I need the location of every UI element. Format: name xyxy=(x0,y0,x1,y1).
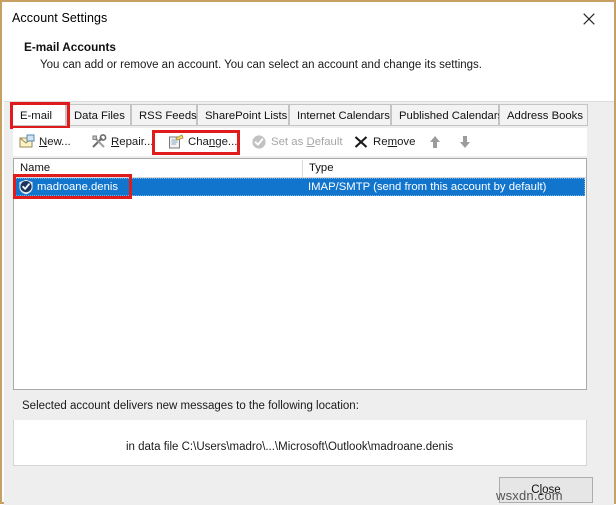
account-shield-check-icon xyxy=(18,179,34,195)
list-column-header: Name Type xyxy=(14,159,586,178)
move-down-button[interactable] xyxy=(457,131,473,153)
repair-button-label: Repair... xyxy=(111,136,154,148)
repair-tools-icon xyxy=(91,134,107,150)
remove-button[interactable]: Remove xyxy=(353,131,415,153)
account-settings-dialog: Account Settings E-mail Accounts You can… xyxy=(0,0,616,505)
title-bar: Account Settings xyxy=(4,4,614,33)
delivery-location-label: Selected account delivers new messages t… xyxy=(22,400,359,412)
table-row[interactable]: madroane.denis IMAP/SMTP (send from this… xyxy=(15,178,585,196)
dialog-header: E-mail Accounts You can add or remove an… xyxy=(4,33,614,101)
arrow-up-icon xyxy=(427,134,443,150)
repair-button[interactable]: Repair... xyxy=(91,131,153,153)
tab-email[interactable]: E-mail xyxy=(12,104,66,126)
window-title: Account Settings xyxy=(12,11,108,25)
tab-data-files[interactable]: Data Files xyxy=(66,104,131,126)
header-description: You can add or remove an account. You ca… xyxy=(40,59,482,71)
close-icon[interactable] xyxy=(572,7,606,31)
arrow-down-icon xyxy=(457,134,473,150)
new-mail-icon xyxy=(19,134,35,150)
new-button[interactable]: New... xyxy=(19,131,71,153)
tab-rss-feeds[interactable]: RSS Feeds xyxy=(131,104,197,126)
column-header-type[interactable]: Type xyxy=(303,159,586,177)
new-button-label: New... xyxy=(39,136,71,148)
change-account-icon xyxy=(168,134,184,150)
tab-internet-calendars[interactable]: Internet Calendars xyxy=(289,104,391,126)
accounts-list[interactable]: Name Type madroane.denis IMAP/SMTP (send… xyxy=(13,158,587,390)
change-button-label: Change... xyxy=(188,136,238,148)
tab-baseline xyxy=(12,125,588,126)
tab-address-books[interactable]: Address Books xyxy=(499,104,588,126)
tab-sharepoint-lists[interactable]: SharePoint Lists xyxy=(197,104,289,126)
tab-strip: E-mail Data Files RSS Feeds SharePoint L… xyxy=(4,104,614,127)
remove-x-icon xyxy=(353,134,369,150)
move-up-button[interactable] xyxy=(427,131,443,153)
close-button-label: Close xyxy=(531,484,561,496)
change-button[interactable]: Change... xyxy=(168,131,237,153)
set-as-default-label: Set as Default xyxy=(271,136,343,148)
accounts-toolbar: New... Repair... Change... Set as Defaul… xyxy=(13,128,587,156)
close-button[interactable]: Close xyxy=(499,477,593,503)
set-as-default-button[interactable]: Set as Default xyxy=(251,131,343,153)
account-name-cell: madroane.denis xyxy=(37,181,119,193)
delivery-location-path: in data file C:\Users\madro\...\Microsof… xyxy=(126,441,454,453)
header-title: E-mail Accounts xyxy=(24,40,116,54)
remove-button-label: Remove xyxy=(373,136,416,148)
content-panel: E-mail Data Files RSS Feeds SharePoint L… xyxy=(4,101,614,505)
column-header-name[interactable]: Name xyxy=(14,159,302,177)
check-circle-icon xyxy=(251,134,267,150)
tab-published-calendars[interactable]: Published Calendars xyxy=(391,104,503,126)
account-type-cell: IMAP/SMTP (send from this account by def… xyxy=(308,181,547,193)
